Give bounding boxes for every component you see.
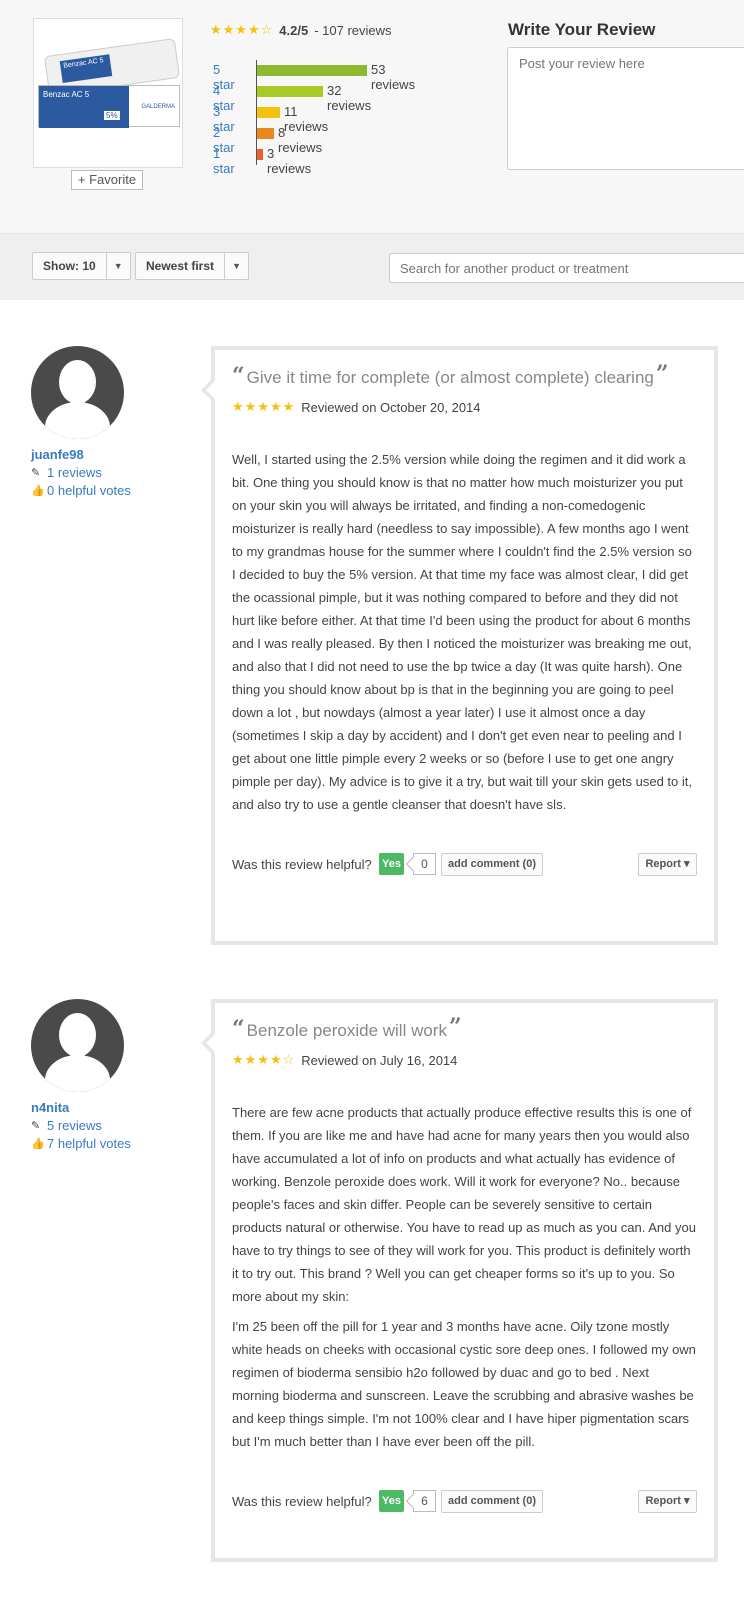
review-title: “ Benzole peroxide will work ”	[232, 1014, 697, 1043]
box-label: Benzac AC 5	[39, 86, 129, 128]
distribution-star-label[interactable]: 1 star	[213, 146, 235, 176]
review-stars: ★★★★★	[232, 400, 296, 415]
review-body: There are few acne products that actuall…	[232, 1101, 697, 1453]
distribution-bar	[257, 107, 280, 118]
pencil-icon: ✎	[31, 466, 41, 479]
pencil-icon: ✎	[31, 1119, 41, 1132]
chevron-down-icon: ▼	[105, 253, 130, 279]
reviewer-profile: n4nita ✎ 5 reviews 👍 7 helpful votes	[31, 999, 131, 1151]
distribution-bar	[257, 149, 263, 160]
review-paragraph: There are few acne products that actuall…	[232, 1105, 696, 1304]
review-date: Reviewed on July 16, 2014	[301, 1053, 458, 1068]
box-percent: 5%	[103, 110, 121, 121]
distribution-count: 3 reviews	[267, 146, 312, 176]
box-brand: GALDERMA	[141, 104, 175, 110]
reviewer-reviews-link[interactable]: ✎ 5 reviews	[31, 1118, 131, 1133]
avatar-head	[59, 1013, 96, 1057]
product-summary-section: Benzac AC 5 Benzac AC 5 5% GALDERMA + Fa…	[0, 0, 744, 233]
add-comment-button[interactable]: add comment (0)	[441, 853, 543, 876]
helpful-yes-button[interactable]: Yes	[379, 1490, 404, 1512]
avatar[interactable]	[31, 346, 124, 439]
distribution-bar	[257, 128, 274, 139]
write-review-title: Write Your Review	[508, 20, 656, 39]
reviewer-username[interactable]: n4nita	[31, 1100, 131, 1115]
avatar[interactable]	[31, 999, 124, 1092]
add-comment-button[interactable]: add comment (0)	[441, 1490, 543, 1513]
open-quote-icon: “	[232, 1016, 245, 1042]
chevron-down-icon: ▼	[224, 253, 248, 279]
report-button[interactable]: Report ▾	[638, 1490, 697, 1513]
reviewer-votes-link[interactable]: 👍 0 helpful votes	[31, 483, 131, 498]
open-quote-icon: “	[232, 363, 245, 389]
review-body: Well, I started using the 2.5% version w…	[232, 448, 697, 816]
reviewer-reviews-count: 1 reviews	[47, 465, 102, 480]
review-input[interactable]	[507, 47, 744, 170]
review-date: Reviewed on October 20, 2014	[301, 400, 481, 415]
reviewer-helpful-votes: 0 helpful votes	[47, 483, 131, 498]
avatar-shoulders	[45, 402, 110, 439]
card-pointer-inner	[206, 1034, 215, 1052]
rating-value: 4.2/5	[279, 23, 309, 38]
review-paragraph: I'm 25 been off the pill for 1 year and …	[232, 1319, 696, 1449]
close-quote-icon: ”	[655, 361, 669, 387]
helpful-prompt: Was this review helpful?	[232, 857, 372, 872]
distribution-bar	[257, 86, 323, 97]
tube-label: Benzac AC 5	[59, 54, 113, 84]
avatar-head	[59, 360, 96, 404]
helpful-yes-button[interactable]: Yes	[379, 853, 404, 875]
review-card: “ Benzole peroxide will work ” ★★★★☆ Rev…	[201, 999, 718, 1562]
card-pointer-inner	[206, 381, 215, 399]
box-graphic: Benzac AC 5 5% GALDERMA	[38, 85, 180, 128]
rating-stars: ★★★★☆	[210, 23, 274, 38]
sort-label: Newest first	[146, 259, 215, 273]
close-quote-icon: ”	[448, 1014, 462, 1040]
rating-summary: ★★★★☆ 4.2/5 - 107 reviews	[210, 23, 392, 38]
review-meta: ★★★★★ Reviewed on October 20, 2014	[232, 400, 697, 415]
helpful-vote-count: 0	[413, 853, 436, 875]
reviews-total: - 107 reviews	[314, 23, 392, 38]
review-paragraph: Well, I started using the 2.5% version w…	[232, 452, 693, 812]
avatar-shoulders	[45, 1055, 110, 1092]
distribution-bar	[257, 65, 367, 76]
product-image[interactable]: Benzac AC 5 Benzac AC 5 5% GALDERMA	[33, 18, 183, 168]
favorite-button[interactable]: + Favorite	[71, 170, 143, 190]
reviewer-helpful-votes: 7 helpful votes	[47, 1136, 131, 1151]
review-meta: ★★★★☆ Reviewed on July 16, 2014	[232, 1053, 697, 1068]
helpful-prompt: Was this review helpful?	[232, 1494, 372, 1509]
helpful-row: Was this review helpful? Yes 0 add comme…	[232, 852, 697, 880]
show-count-label: Show: 10	[43, 259, 96, 273]
helpful-vote-count: 6	[413, 1490, 436, 1512]
reviewer-username[interactable]: juanfe98	[31, 447, 131, 462]
filter-bar: Show: 10 ▼ Newest first ▼	[0, 233, 744, 300]
reviewer-profile: juanfe98 ✎ 1 reviews 👍 0 helpful votes	[31, 346, 131, 498]
helpful-row: Was this review helpful? Yes 6 add comme…	[232, 1489, 697, 1517]
reviewer-reviews-link[interactable]: ✎ 1 reviews	[31, 465, 131, 480]
thumbs-up-icon: 👍	[31, 1137, 45, 1150]
reviewer-votes-link[interactable]: 👍 7 helpful votes	[31, 1136, 131, 1151]
distribution-count: 32 reviews	[327, 83, 372, 113]
report-button[interactable]: Report ▾	[638, 853, 697, 876]
thumbs-up-icon: 👍	[31, 484, 45, 497]
distribution-count: 53 reviews	[371, 62, 416, 92]
review-card: “ Give it time for complete (or almost c…	[201, 346, 718, 945]
vote-count-value: 0	[421, 857, 428, 871]
review-title-text: Give it time for complete (or almost com…	[246, 368, 654, 387]
review-stars: ★★★★☆	[232, 1053, 296, 1068]
review-title: “ Give it time for complete (or almost c…	[232, 361, 697, 390]
product-search-input[interactable]	[389, 253, 744, 283]
reviewer-reviews-count: 5 reviews	[47, 1118, 102, 1133]
sort-dropdown[interactable]: Newest first ▼	[135, 252, 250, 280]
vote-count-value: 6	[421, 1494, 428, 1508]
show-count-dropdown[interactable]: Show: 10 ▼	[32, 252, 131, 280]
review-title-text: Benzole peroxide will work	[246, 1021, 447, 1040]
